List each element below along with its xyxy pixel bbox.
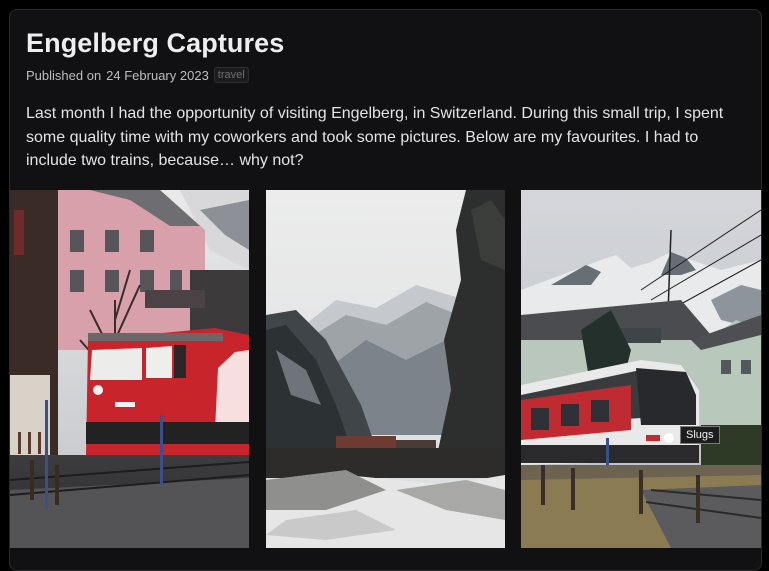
published-prefix: Published on	[26, 67, 102, 83]
tag-badge[interactable]: travel	[213, 67, 249, 83]
photo-white-train-image	[521, 190, 761, 548]
photo-tooltip: Slugs	[680, 426, 720, 444]
post-meta: Published on 24 February 2023 travel	[26, 67, 249, 83]
post-title: Engelberg Captures	[26, 28, 285, 58]
photo-red-train-image	[10, 190, 249, 548]
photo-white-train[interactable]	[521, 190, 761, 548]
post-card: Engelberg Captures Published on 24 Febru…	[9, 9, 762, 571]
photo-mountain-valley-image	[266, 190, 505, 548]
photo-red-train[interactable]	[10, 190, 249, 548]
post-body: Last month I had the opportunity of visi…	[26, 105, 724, 169]
published-date: 24 February 2023	[106, 67, 209, 83]
photo-mountain-valley[interactable]	[266, 190, 505, 548]
